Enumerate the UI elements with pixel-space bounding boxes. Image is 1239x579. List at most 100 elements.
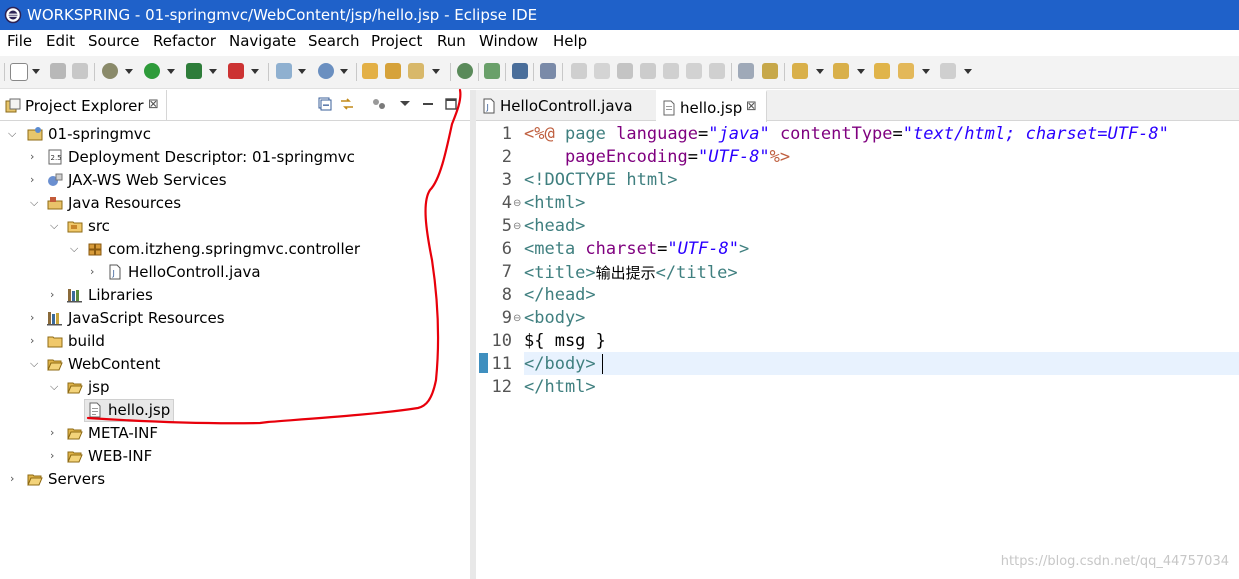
code-line-12[interactable]: </html>: [524, 377, 596, 397]
tab-project-explorer[interactable]: Project Explorer ⊠: [0, 90, 167, 120]
last-edit-location-icon[interactable]: [874, 63, 890, 79]
collapsed-arrow-icon[interactable]: ›: [50, 449, 62, 463]
tree-item-java-resources[interactable]: ⌵ Java Resources: [0, 192, 470, 215]
menu-source[interactable]: Source: [88, 32, 140, 50]
code-line-3[interactable]: <!DOCTYPE html>: [524, 170, 678, 190]
tree-item-01-springmvc[interactable]: ⌵ 01-springmvc: [0, 123, 470, 146]
tree-item-jsp[interactable]: ⌵ jsp: [0, 376, 470, 399]
back-icon[interactable]: [898, 63, 914, 79]
collapsed-arrow-icon[interactable]: ›: [30, 173, 42, 187]
save-icon[interactable]: [50, 63, 66, 79]
debug-dropdown-icon[interactable]: [125, 69, 133, 74]
focus-on-active-task-icon[interactable]: [372, 97, 386, 111]
collapsed-arrow-icon[interactable]: ›: [50, 288, 62, 302]
maximize-view-icon[interactable]: [444, 97, 458, 111]
next-annotation-icon[interactable]: [792, 63, 808, 79]
tree-item-hello-jsp[interactable]: hello.jsp: [0, 399, 470, 422]
forward-icon[interactable]: [940, 63, 956, 79]
step-over-icon[interactable]: [686, 63, 702, 79]
tree-item-webcontent[interactable]: ⌵ WebContent: [0, 353, 470, 376]
toggle-block-selection-icon[interactable]: [762, 63, 778, 79]
code-line-2[interactable]: pageEncoding="UTF-8"%>: [524, 147, 790, 167]
new-web-project-icon[interactable]: [276, 63, 292, 79]
browser-icon[interactable]: [457, 63, 473, 79]
console-icon[interactable]: [512, 63, 528, 79]
menu-file[interactable]: File: [7, 32, 32, 50]
close-icon[interactable]: ⊠: [148, 97, 159, 112]
tree-item-hellocontroll-java[interactable]: › J HelloControll.java: [0, 261, 470, 284]
new-web-project-dropdown-icon[interactable]: [298, 69, 306, 74]
debug-icon[interactable]: [102, 63, 118, 79]
previous-annotation-dropdown-icon[interactable]: [857, 69, 865, 74]
new-dropdown-icon[interactable]: [32, 69, 40, 74]
tree-item-package[interactable]: ⌵ com.itzheng.springmvc.controller: [0, 238, 470, 261]
fold-toggle-icon[interactable]: ⊖: [513, 313, 521, 324]
previous-annotation-icon[interactable]: [833, 63, 849, 79]
tree-item-deployment-descriptor[interactable]: › 2.5 Deployment Descriptor: 01-springmv…: [0, 146, 470, 169]
tree-item-web-inf[interactable]: › WEB-INF: [0, 445, 470, 468]
collapsed-arrow-icon[interactable]: ›: [30, 150, 42, 164]
collapse-all-icon[interactable]: [318, 97, 332, 111]
code-line-5[interactable]: <head>: [524, 216, 585, 236]
back-dropdown-icon[interactable]: [922, 69, 930, 74]
code-line-11[interactable]: </body>: [524, 354, 596, 374]
code-line-4[interactable]: <html>: [524, 193, 585, 213]
menu-search[interactable]: Search: [308, 32, 360, 50]
external-tools-dropdown-icon[interactable]: [251, 69, 259, 74]
code-line-7[interactable]: <title>输出提示</title>: [524, 262, 738, 283]
forward-dropdown-icon[interactable]: [964, 69, 972, 74]
open-resource-icon[interactable]: [385, 63, 401, 79]
tree-item-javascript-resources[interactable]: › JavaScript Resources: [0, 307, 470, 330]
open-type-icon[interactable]: [362, 63, 378, 79]
expanded-arrow-icon[interactable]: ⌵: [50, 219, 62, 233]
tab-hello-jsp[interactable]: hello.jsp ⊠: [656, 90, 767, 122]
expanded-arrow-icon[interactable]: ⌵: [8, 127, 20, 141]
fold-toggle-icon[interactable]: ⊖: [513, 198, 521, 209]
code-line-8[interactable]: </head>: [524, 285, 596, 305]
new-java-class-icon[interactable]: [318, 63, 334, 79]
menu-project[interactable]: Project: [371, 32, 422, 50]
expanded-arrow-icon[interactable]: ⌵: [50, 380, 62, 394]
code-line-1[interactable]: <%@ page language="java" contentType="te…: [524, 124, 1169, 144]
code-line-6[interactable]: <meta charset="UTF-8">: [524, 239, 749, 259]
run-dropdown-icon[interactable]: [167, 69, 175, 74]
run-icon[interactable]: [144, 63, 160, 79]
expanded-arrow-icon[interactable]: ⌵: [30, 196, 42, 210]
menu-help[interactable]: Help: [553, 32, 587, 50]
collapsed-arrow-icon[interactable]: ›: [50, 426, 62, 440]
tree-item-libraries[interactable]: › Libraries: [0, 284, 470, 307]
fold-toggle-icon[interactable]: ⊖: [513, 221, 521, 232]
skip-breakpoints-icon[interactable]: [484, 63, 500, 79]
resume-icon[interactable]: [571, 63, 587, 79]
close-icon[interactable]: ⊠: [746, 99, 757, 114]
menu-run[interactable]: Run: [437, 32, 466, 50]
collapsed-arrow-icon[interactable]: ›: [30, 311, 42, 325]
terminate-icon[interactable]: [617, 63, 633, 79]
collapsed-arrow-icon[interactable]: ›: [90, 265, 102, 279]
toggle-breakpoint-icon[interactable]: [540, 63, 556, 79]
collapsed-arrow-icon[interactable]: ›: [30, 334, 42, 348]
search-dropdown-icon[interactable]: [432, 69, 440, 74]
tree-item-jax-ws[interactable]: › JAX-WS Web Services: [0, 169, 470, 192]
run-server-dropdown-icon[interactable]: [209, 69, 217, 74]
link-with-editor-icon[interactable]: [340, 97, 354, 111]
tree-item-servers[interactable]: › Servers: [0, 468, 470, 491]
code-line-9[interactable]: <body>: [524, 308, 585, 328]
step-into-icon[interactable]: [663, 63, 679, 79]
toggle-mark-occurrences-icon[interactable]: [738, 63, 754, 79]
new-icon[interactable]: [10, 63, 28, 81]
tree-item-build[interactable]: › build: [0, 330, 470, 353]
step-return-icon[interactable]: [709, 63, 725, 79]
tab-hellocontroll-java[interactable]: J HelloControll.java: [476, 90, 657, 120]
search-icon[interactable]: [408, 63, 424, 79]
menu-refactor[interactable]: Refactor: [153, 32, 216, 50]
disconnect-icon[interactable]: [640, 63, 656, 79]
tree-item-src[interactable]: ⌵ src: [0, 215, 470, 238]
menu-edit[interactable]: Edit: [46, 32, 75, 50]
next-annotation-dropdown-icon[interactable]: [816, 69, 824, 74]
menu-window[interactable]: Window: [479, 32, 538, 50]
expanded-arrow-icon[interactable]: ⌵: [30, 357, 42, 371]
external-tools-icon[interactable]: [228, 63, 244, 79]
menu-navigate[interactable]: Navigate: [229, 32, 296, 50]
tree-item-meta-inf[interactable]: › META-INF: [0, 422, 470, 445]
